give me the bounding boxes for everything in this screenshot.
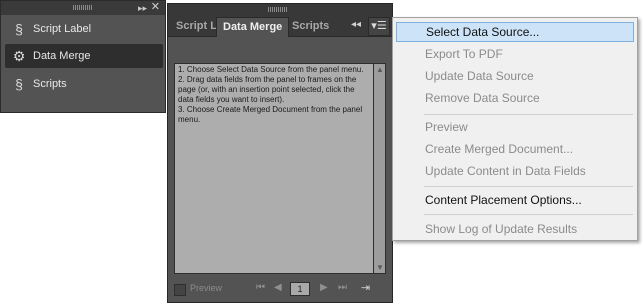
dock-item-script-label[interactable]: § Script Label <box>5 17 163 41</box>
panel-flyout-menu: Select Data Source... Export To PDF Upda… <box>392 17 638 241</box>
dock-grip[interactable] <box>73 5 93 10</box>
instructions-area: 1. Choose Select Data Source from the pa… <box>174 63 374 274</box>
menu-separator <box>424 114 633 115</box>
dock-item-label: Data Merge <box>33 50 91 62</box>
data-merge-panel: Script L Data Merge Scripts ◂◂ ▾☰ 1. Cho… <box>167 3 393 303</box>
menu-item-content-placement-options[interactable]: Content Placement Options... <box>396 190 634 210</box>
collapse-panel-icon[interactable]: ◂◂ <box>351 19 361 30</box>
dock-item-label: Script Label <box>33 23 92 35</box>
last-record-icon[interactable]: ⏭ <box>338 282 347 293</box>
vertical-scrollbar[interactable]: ▲ ▼ <box>374 63 386 274</box>
tab-script-label[interactable]: Script L <box>170 17 222 36</box>
data-merge-icon: ⚙ <box>12 47 26 64</box>
menu-item-export-to-pdf[interactable]: Export To PDF <box>396 44 634 64</box>
dock-item-scripts[interactable]: § Scripts <box>5 72 163 96</box>
record-number-field[interactable]: 1 <box>290 282 310 296</box>
panel-tab-bar: Script L Data Merge Scripts ◂◂ ▾☰ <box>168 14 392 37</box>
instruction-step-3: 3. Choose Create Merged Document from th… <box>178 105 363 124</box>
panel-titlebar[interactable] <box>168 4 392 14</box>
menu-item-preview[interactable]: Preview <box>396 117 634 137</box>
collapsed-panel-dock: ▸▸ ✕ § Script Label ⚙ Data Merge § Scrip… <box>0 0 166 113</box>
scripts-icon: § <box>15 76 23 92</box>
instruction-step-1: 1. Choose Select Data Source from the pa… <box>178 65 364 74</box>
scroll-down-icon[interactable]: ▼ <box>375 263 385 272</box>
first-record-icon[interactable]: ⏮ <box>256 282 265 293</box>
dock-item-data-merge[interactable]: ⚙ Data Merge <box>5 44 163 68</box>
menu-item-remove-data-source[interactable]: Remove Data Source <box>396 88 634 108</box>
tab-data-merge[interactable]: Data Merge <box>216 17 290 37</box>
scroll-up-icon[interactable]: ▲ <box>375 65 385 74</box>
menu-item-select-data-source[interactable]: Select Data Source... <box>396 22 634 42</box>
preview-checkbox[interactable] <box>174 284 186 296</box>
preview-label: Preview <box>190 283 223 293</box>
menu-item-update-content[interactable]: Update Content in Data Fields <box>396 161 634 181</box>
dock-item-label: Scripts <box>33 78 67 90</box>
menu-separator <box>424 214 633 215</box>
panel-footer: Preview ⏮ ◀ 1 ▶ ⏭ ⇥ <box>168 278 392 302</box>
menu-item-show-log[interactable]: Show Log of Update Results <box>396 219 634 239</box>
panel-grip[interactable] <box>268 7 288 12</box>
menu-item-update-data-source[interactable]: Update Data Source <box>396 66 634 86</box>
panel-menu-button[interactable]: ▾☰ <box>368 17 390 36</box>
instruction-step-2: 2. Drag data fields from the panel to fr… <box>178 75 357 104</box>
dock-titlebar[interactable]: ▸▸ ✕ <box>1 1 165 15</box>
create-merged-document-icon[interactable]: ⇥ <box>361 281 370 294</box>
tab-scripts[interactable]: Scripts <box>286 17 335 36</box>
close-dock-icon[interactable]: ✕ <box>151 1 160 14</box>
menu-separator <box>424 186 633 187</box>
previous-record-icon[interactable]: ◀ <box>274 282 282 293</box>
collapse-dock-icon[interactable]: ▸▸ <box>138 2 147 14</box>
script-label-icon: § <box>15 21 23 37</box>
menu-item-create-merged-document[interactable]: Create Merged Document... <box>396 139 634 159</box>
next-record-icon[interactable]: ▶ <box>320 282 328 293</box>
